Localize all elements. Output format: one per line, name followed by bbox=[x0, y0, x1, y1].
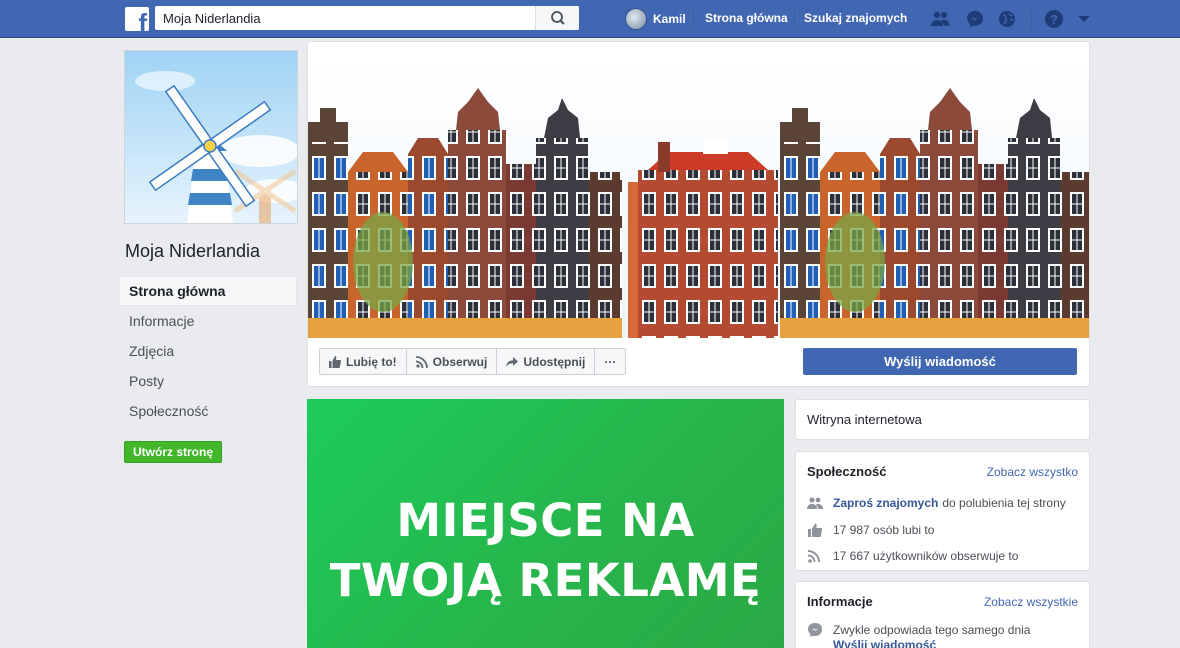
facebook-logo-icon[interactable]: f bbox=[125, 7, 149, 31]
page-navigation-menu: Strona główna Informacje Zdjęcia Posty S… bbox=[120, 276, 297, 426]
info-title: Informacje bbox=[807, 594, 873, 609]
top-navigation-bar: f Kamil Strona główna Szukaj znajomych ? bbox=[0, 0, 1180, 38]
ad-line-2: TWOJĄ REKLAMĘ bbox=[329, 554, 762, 607]
avatar bbox=[625, 8, 647, 30]
response-time-row: Zwykle odpowiada tego samego dnia bbox=[807, 622, 1030, 638]
search-input[interactable] bbox=[155, 6, 537, 30]
nav-item-photos[interactable]: Zdjęcia bbox=[120, 336, 297, 366]
followers-count: 17 667 użytkowników obserwuje to bbox=[833, 549, 1019, 563]
cover-card: Lubię to! Obserwuj Udostępnij ··· Wyślij… bbox=[307, 41, 1090, 387]
amsterdam-houses-image bbox=[308, 42, 1089, 338]
share-label: Udostępnij bbox=[523, 354, 586, 369]
invite-friends-link[interactable]: Zaproś znajomych bbox=[833, 496, 938, 510]
more-label: ··· bbox=[604, 354, 617, 369]
page-title: Moja Niderlandia bbox=[125, 241, 261, 261]
notifications-globe-icon[interactable] bbox=[997, 9, 1017, 29]
nav-item-community[interactable]: Społeczność bbox=[120, 396, 297, 426]
share-button[interactable]: Udostępnij bbox=[496, 348, 596, 375]
like-button[interactable]: Lubię to! bbox=[319, 348, 407, 375]
cover-photo[interactable] bbox=[308, 42, 1089, 338]
nav-divider bbox=[1031, 10, 1032, 28]
likes-row: 17 987 osób lubi to bbox=[807, 522, 934, 538]
website-label: Witryna internetowa bbox=[807, 412, 922, 427]
followers-row: 17 667 użytkowników obserwuje to bbox=[807, 548, 1018, 564]
info-see-all-link[interactable]: Zobacz wszystkie bbox=[984, 595, 1078, 609]
info-card: Informacje Zobacz wszystkie Zwykle odpow… bbox=[795, 581, 1090, 648]
windmill-image bbox=[125, 51, 297, 223]
advertisement-banner[interactable]: MIEJSCE NA TWOJĄ REKLAMĘ bbox=[307, 399, 784, 648]
create-page-button[interactable]: Utwórz stronę bbox=[124, 441, 223, 463]
nav-item-posts[interactable]: Posty bbox=[120, 366, 297, 396]
send-message-button[interactable]: Wyślij wiadomość bbox=[803, 348, 1077, 375]
ad-text: MIEJSCE NA TWOJĄ REKLAMĘ bbox=[307, 491, 784, 611]
messenger-icon bbox=[808, 623, 822, 637]
svg-text:?: ? bbox=[1050, 12, 1058, 27]
more-options-button[interactable]: ··· bbox=[594, 348, 627, 375]
likes-count: 17 987 osób lubi to bbox=[833, 523, 935, 537]
follow-button[interactable]: Obserwuj bbox=[405, 348, 498, 375]
chevron-down-icon[interactable] bbox=[1074, 9, 1094, 29]
home-link[interactable]: Strona główna bbox=[705, 11, 788, 25]
thumbs-up-icon bbox=[808, 523, 823, 537]
like-label: Lubię to! bbox=[346, 354, 397, 369]
messenger-icon[interactable] bbox=[965, 9, 985, 29]
rss-icon bbox=[807, 550, 820, 563]
rss-icon bbox=[415, 355, 428, 368]
invite-friends-text: do polubienia tej strony bbox=[942, 496, 1066, 510]
find-friends-link[interactable]: Szukaj znajomych bbox=[804, 11, 907, 25]
follow-label: Obserwuj bbox=[432, 354, 488, 369]
search-icon bbox=[551, 11, 565, 25]
community-card: Społeczność Zobacz wszystko Zaproś znajo… bbox=[795, 451, 1090, 571]
response-time-text: Zwykle odpowiada tego samego dnia bbox=[833, 623, 1031, 637]
community-title: Społeczność bbox=[807, 464, 887, 479]
nav-divider bbox=[693, 10, 694, 28]
invite-friends-row: Zaproś znajomych do polubienia tej stron… bbox=[807, 495, 1066, 511]
nav-divider bbox=[794, 10, 795, 28]
thumbs-up-icon bbox=[329, 355, 341, 368]
info-send-message-link[interactable]: Wyślij wiadomość bbox=[833, 638, 936, 648]
profile-picture[interactable] bbox=[124, 50, 298, 224]
friends-icon bbox=[807, 497, 823, 509]
search-box bbox=[155, 6, 579, 30]
nav-item-about[interactable]: Informacje bbox=[120, 306, 297, 336]
page-action-bar: Lubię to! Obserwuj Udostępnij ··· bbox=[319, 348, 627, 375]
community-see-all-link[interactable]: Zobacz wszystko bbox=[987, 465, 1078, 479]
user-name: Kamil bbox=[653, 12, 686, 26]
website-card[interactable]: Witryna internetowa bbox=[795, 399, 1090, 440]
search-button[interactable] bbox=[535, 6, 579, 30]
friend-requests-icon[interactable] bbox=[930, 9, 950, 29]
help-icon[interactable]: ? bbox=[1044, 9, 1064, 29]
share-arrow-icon bbox=[506, 356, 519, 367]
user-profile-link[interactable]: Kamil bbox=[625, 7, 686, 31]
ad-line-1: MIEJSCE NA bbox=[396, 494, 695, 547]
nav-item-home[interactable]: Strona główna bbox=[120, 276, 297, 306]
